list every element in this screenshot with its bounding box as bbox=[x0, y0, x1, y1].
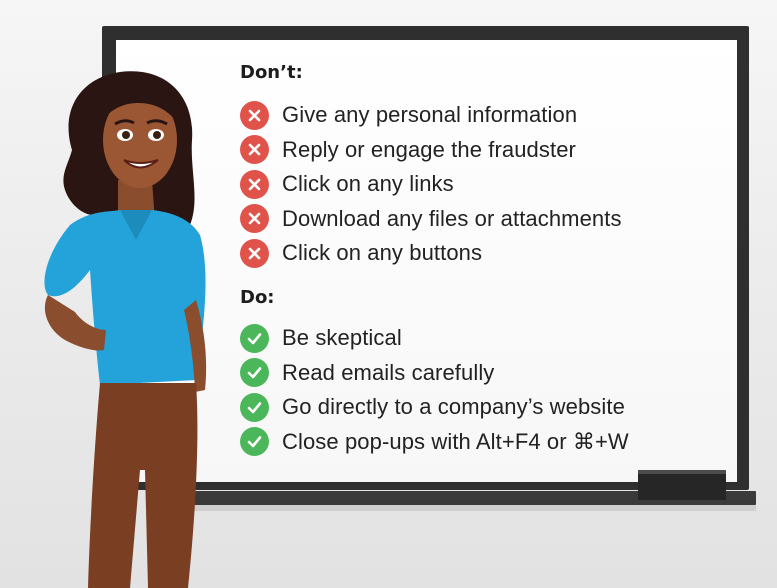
checkmark-circle-icon bbox=[240, 427, 269, 457]
dont-item-label: Click on any links bbox=[282, 171, 454, 197]
dont-item: Download any files or attachments bbox=[240, 202, 622, 237]
do-item: Be skeptical bbox=[240, 321, 629, 356]
dont-item-label: Download any files or attachments bbox=[282, 205, 622, 231]
whiteboard-ledge-shadow bbox=[150, 505, 756, 511]
x-circle-icon bbox=[240, 238, 269, 268]
eraser bbox=[638, 470, 726, 500]
do-item: Close pop-ups with Alt+F4 or ⌘+W bbox=[240, 425, 629, 460]
dont-list: Give any personal information Reply or e… bbox=[240, 98, 622, 271]
do-item: Read emails carefully bbox=[240, 356, 629, 391]
do-item-label: Be skeptical bbox=[282, 325, 402, 351]
dont-item-label: Reply or engage the fraudster bbox=[282, 136, 576, 162]
x-circle-icon bbox=[240, 204, 269, 234]
dont-item: Reply or engage the fraudster bbox=[240, 133, 622, 168]
dont-heading: Don’t: bbox=[240, 62, 303, 83]
dont-item: Click on any buttons bbox=[240, 236, 622, 271]
dont-item: Click on any links bbox=[240, 167, 622, 202]
dont-item: Give any personal information bbox=[240, 98, 622, 133]
dont-item-label: Give any personal information bbox=[282, 102, 578, 128]
checkmark-circle-icon bbox=[240, 392, 269, 422]
do-item: Go directly to a company’s website bbox=[240, 390, 629, 425]
do-item-label: Read emails carefully bbox=[282, 359, 495, 385]
x-circle-icon bbox=[240, 135, 269, 165]
do-item-label: Go directly to a company’s website bbox=[282, 394, 625, 420]
do-item-label: Close pop-ups with Alt+F4 or ⌘+W bbox=[282, 428, 629, 454]
do-list: Be skeptical Read emails carefully Go di… bbox=[240, 321, 629, 459]
checkmark-circle-icon bbox=[240, 323, 269, 353]
slide-scene: Don’t: Give any personal information Rep… bbox=[0, 0, 777, 588]
x-circle-icon bbox=[240, 169, 269, 199]
checkmark-circle-icon bbox=[240, 358, 269, 388]
x-circle-icon bbox=[240, 100, 269, 130]
dont-item-label: Click on any buttons bbox=[282, 240, 483, 266]
do-heading: Do: bbox=[240, 287, 275, 308]
